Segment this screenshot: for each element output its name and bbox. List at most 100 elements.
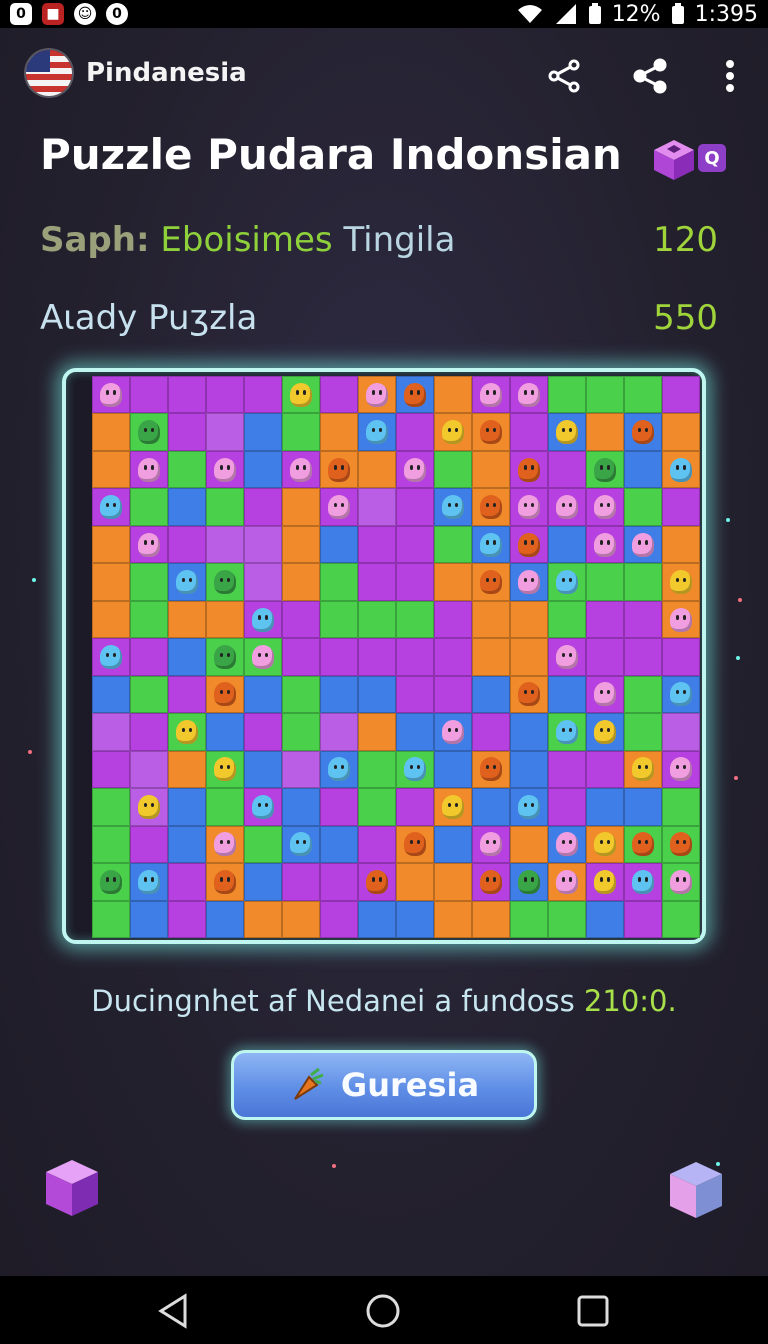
board-cell[interactable] bbox=[92, 600, 130, 639]
board-cell[interactable] bbox=[434, 825, 472, 864]
back-icon[interactable] bbox=[155, 1292, 193, 1330]
board-cell[interactable] bbox=[206, 563, 244, 601]
board-cell[interactable] bbox=[358, 863, 396, 901]
board-cell[interactable] bbox=[510, 525, 548, 564]
board-cell[interactable] bbox=[244, 376, 282, 414]
board-cell[interactable] bbox=[662, 900, 700, 938]
board-cell[interactable] bbox=[548, 900, 586, 938]
board-cell[interactable] bbox=[434, 563, 472, 601]
board-cell[interactable] bbox=[320, 488, 358, 526]
board-cell[interactable] bbox=[472, 376, 510, 414]
board-cell[interactable] bbox=[662, 563, 700, 601]
board-cell[interactable] bbox=[130, 863, 168, 901]
board-cell[interactable] bbox=[510, 863, 548, 901]
board-cell[interactable] bbox=[548, 525, 586, 564]
board-cell[interactable] bbox=[586, 713, 624, 751]
board-cell[interactable] bbox=[434, 488, 472, 526]
board-cell[interactable] bbox=[320, 900, 358, 938]
board-cell[interactable] bbox=[168, 638, 206, 676]
board-cell[interactable] bbox=[282, 450, 320, 489]
board-cell[interactable] bbox=[586, 525, 624, 564]
board-cell[interactable] bbox=[472, 600, 510, 639]
board-cell[interactable] bbox=[396, 450, 434, 489]
board-cell[interactable] bbox=[624, 488, 662, 526]
board-cell[interactable] bbox=[130, 825, 168, 864]
board-cell[interactable] bbox=[586, 825, 624, 864]
board-cell[interactable] bbox=[472, 563, 510, 601]
cube-icon[interactable] bbox=[652, 138, 696, 182]
board-cell[interactable] bbox=[206, 863, 244, 901]
board-cell[interactable] bbox=[624, 563, 662, 601]
board-cell[interactable] bbox=[206, 675, 244, 714]
board-cell[interactable] bbox=[434, 900, 472, 938]
board-cell[interactable] bbox=[282, 900, 320, 938]
board-cell[interactable] bbox=[282, 563, 320, 601]
board-cell[interactable] bbox=[282, 863, 320, 901]
board-cell[interactable] bbox=[168, 450, 206, 489]
board-cell[interactable] bbox=[472, 788, 510, 826]
board-cell[interactable] bbox=[548, 600, 586, 639]
board-cell[interactable] bbox=[320, 525, 358, 564]
board-cell[interactable] bbox=[92, 563, 130, 601]
board-cell[interactable] bbox=[548, 413, 586, 451]
board-cell[interactable] bbox=[206, 825, 244, 864]
recents-icon[interactable] bbox=[574, 1292, 612, 1330]
board-cell[interactable] bbox=[358, 675, 396, 714]
board-cell[interactable] bbox=[130, 525, 168, 564]
board-cell[interactable] bbox=[586, 563, 624, 601]
home-icon[interactable] bbox=[364, 1292, 402, 1330]
board-cell[interactable] bbox=[396, 488, 434, 526]
board-cell[interactable] bbox=[92, 825, 130, 864]
title-badge[interactable]: Q bbox=[698, 144, 726, 172]
board-cell[interactable] bbox=[510, 900, 548, 938]
board-cell[interactable] bbox=[320, 638, 358, 676]
board-cell[interactable] bbox=[244, 450, 282, 489]
board-cell[interactable] bbox=[510, 376, 548, 414]
board-cell[interactable] bbox=[244, 563, 282, 601]
board-cell[interactable] bbox=[548, 638, 586, 676]
board-cell[interactable] bbox=[434, 675, 472, 714]
board-cell[interactable] bbox=[320, 750, 358, 789]
board-cell[interactable] bbox=[396, 675, 434, 714]
board-cell[interactable] bbox=[168, 413, 206, 451]
board-cell[interactable] bbox=[92, 675, 130, 714]
board-cell[interactable] bbox=[130, 713, 168, 751]
board-cell[interactable] bbox=[548, 788, 586, 826]
board-cell[interactable] bbox=[168, 713, 206, 751]
board-cell[interactable] bbox=[244, 600, 282, 639]
board-cell[interactable] bbox=[130, 788, 168, 826]
board-cell[interactable] bbox=[510, 713, 548, 751]
board-cell[interactable] bbox=[358, 750, 396, 789]
board-cell[interactable] bbox=[168, 825, 206, 864]
board-cell[interactable] bbox=[168, 600, 206, 639]
board-cell[interactable] bbox=[92, 450, 130, 489]
board-cell[interactable] bbox=[358, 638, 396, 676]
board-cell[interactable] bbox=[662, 788, 700, 826]
board-cell[interactable] bbox=[510, 750, 548, 789]
puzzle-board[interactable] bbox=[92, 376, 700, 938]
board-cell[interactable] bbox=[662, 376, 700, 414]
board-cell[interactable] bbox=[244, 638, 282, 676]
board-cell[interactable] bbox=[244, 488, 282, 526]
board-cell[interactable] bbox=[282, 750, 320, 789]
board-cell[interactable] bbox=[282, 525, 320, 564]
board-cell[interactable] bbox=[358, 600, 396, 639]
board-cell[interactable] bbox=[548, 675, 586, 714]
board-cell[interactable] bbox=[244, 900, 282, 938]
board-cell[interactable] bbox=[92, 788, 130, 826]
board-cell[interactable] bbox=[206, 713, 244, 751]
board-cell[interactable] bbox=[396, 638, 434, 676]
board-cell[interactable] bbox=[396, 563, 434, 601]
board-cell[interactable] bbox=[320, 863, 358, 901]
board-cell[interactable] bbox=[396, 863, 434, 901]
board-cell[interactable] bbox=[662, 525, 700, 564]
board-cell[interactable] bbox=[624, 675, 662, 714]
board-cell[interactable] bbox=[586, 638, 624, 676]
board-cell[interactable] bbox=[92, 638, 130, 676]
board-cell[interactable] bbox=[168, 525, 206, 564]
board-cell[interactable] bbox=[548, 863, 586, 901]
board-cell[interactable] bbox=[434, 525, 472, 564]
board-cell[interactable] bbox=[358, 563, 396, 601]
board-cell[interactable] bbox=[168, 376, 206, 414]
board-cell[interactable] bbox=[472, 900, 510, 938]
